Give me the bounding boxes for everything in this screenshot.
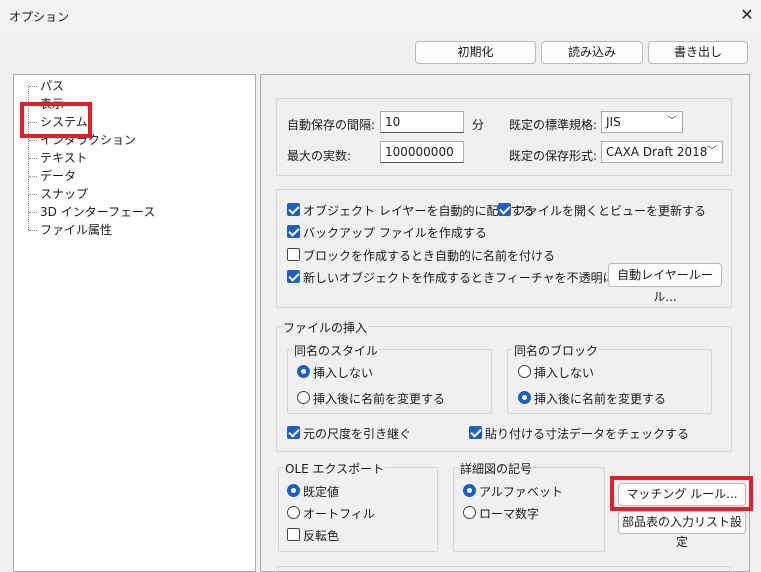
- auto-name-label: ブロックを作成するとき自動的に名前を付ける: [303, 249, 556, 263]
- autosave-interval-input[interactable]: 10: [380, 111, 464, 133]
- chevron-down-icon: ﹀: [707, 146, 717, 157]
- style-no-insert-radio[interactable]: [297, 365, 310, 378]
- ole-default-radio[interactable]: [287, 484, 300, 497]
- standard-select-value: JIS: [606, 115, 621, 129]
- highlight-box: [20, 102, 92, 138]
- max-real-label: 最大の実数:: [287, 149, 352, 163]
- detail-symbol-title: 詳細図の記号: [459, 460, 534, 477]
- same-style-title: 同名のスタイル: [293, 342, 380, 359]
- style-no-insert-label: 挿入しない: [313, 366, 374, 380]
- window-title: オプション: [9, 10, 70, 24]
- chevron-down-icon: ﹀: [667, 116, 677, 127]
- ole-invert-label: 反転色: [303, 529, 340, 543]
- reset-button[interactable]: 初期化: [415, 41, 536, 64]
- block-rename-radio[interactable]: [518, 391, 531, 404]
- style-rename-label: 挿入後に名前を変更する: [313, 392, 446, 406]
- tree-tick: [29, 230, 37, 231]
- tree-tick: [29, 158, 37, 159]
- detail-alpha-label: アルファベット: [479, 485, 563, 499]
- ole-export-title: OLE エクスポート: [284, 460, 386, 477]
- refresh-view-checkbox[interactable]: [498, 203, 511, 216]
- block-no-insert-radio[interactable]: [518, 365, 531, 378]
- keep-scale-label: 元の尺度を引き継ぐ: [303, 427, 412, 441]
- auto-layer-checkbox[interactable]: [287, 203, 300, 216]
- save-format-select[interactable]: CAXA Draft 2018 ﹀: [601, 141, 723, 163]
- check-dim-checkbox[interactable]: [469, 426, 482, 439]
- block-rename-label: 挿入後に名前を変更する: [534, 392, 667, 406]
- highlight-box: [610, 476, 753, 511]
- detail-roman-radio[interactable]: [463, 506, 476, 519]
- detail-roman-label: ローマ数字: [479, 507, 540, 521]
- auto-layer-rule-button[interactable]: 自動レイヤールール...: [608, 263, 722, 304]
- tree-item-text[interactable]: テキスト: [40, 149, 88, 167]
- save-format-value: CAXA Draft 2018: [606, 145, 708, 159]
- tree-tick: [29, 86, 37, 87]
- load-button[interactable]: 読み込み: [541, 41, 643, 64]
- refresh-view-label: ファイルを開くとビューを更新する: [514, 204, 707, 218]
- auto-name-checkbox[interactable]: [287, 248, 300, 261]
- opaque-checkbox[interactable]: [287, 270, 300, 283]
- keep-scale-checkbox[interactable]: [287, 426, 300, 439]
- ole-autofill-radio[interactable]: [287, 506, 300, 519]
- tree-item-path[interactable]: パス: [40, 77, 64, 95]
- file-insert-title: ファイルの挿入: [282, 319, 369, 336]
- standard-select[interactable]: JIS ﹀: [601, 111, 683, 133]
- export-button[interactable]: 書き出し: [648, 41, 748, 64]
- block-no-insert-label: 挿入しない: [534, 366, 595, 380]
- tree-item-data[interactable]: データ: [40, 167, 76, 185]
- backup-checkbox[interactable]: [287, 225, 300, 238]
- detail-alpha-radio[interactable]: [463, 484, 476, 497]
- style-rename-radio[interactable]: [297, 391, 310, 404]
- tree-tick: [29, 176, 37, 177]
- close-icon[interactable]: ✕: [736, 4, 758, 26]
- tree-item-3d-interface[interactable]: 3D インターフェース: [40, 203, 155, 221]
- backup-label: バックアップ ファイルを作成する: [303, 226, 487, 240]
- tree-tick: [29, 194, 37, 195]
- autosave-group: [276, 98, 732, 176]
- tree-item-snap[interactable]: スナップ: [40, 185, 88, 203]
- title-bar: [0, 0, 761, 32]
- bom-input-list-button[interactable]: 部品表の入力リスト設定: [618, 511, 746, 549]
- autosave-unit-label: 分: [472, 118, 485, 132]
- tree-tick: [29, 212, 37, 213]
- same-block-title: 同名のブロック: [513, 342, 600, 359]
- standard-label: 既定の標準規格:: [509, 118, 598, 132]
- ole-invert-checkbox[interactable]: [287, 528, 300, 541]
- check-dim-label: 貼り付ける寸法データをチェックする: [485, 427, 690, 441]
- autosave-interval-label: 自動保存の間隔:: [287, 118, 376, 132]
- lower-group-edge: [276, 566, 732, 572]
- max-real-input[interactable]: 100000000: [380, 141, 464, 163]
- tree-tick: [29, 140, 37, 141]
- ole-autofill-label: オートフィル: [303, 507, 375, 521]
- save-format-label: 既定の保存形式:: [509, 149, 598, 163]
- tree-item-file-attributes[interactable]: ファイル属性: [40, 221, 112, 239]
- ole-default-label: 既定値: [303, 485, 340, 499]
